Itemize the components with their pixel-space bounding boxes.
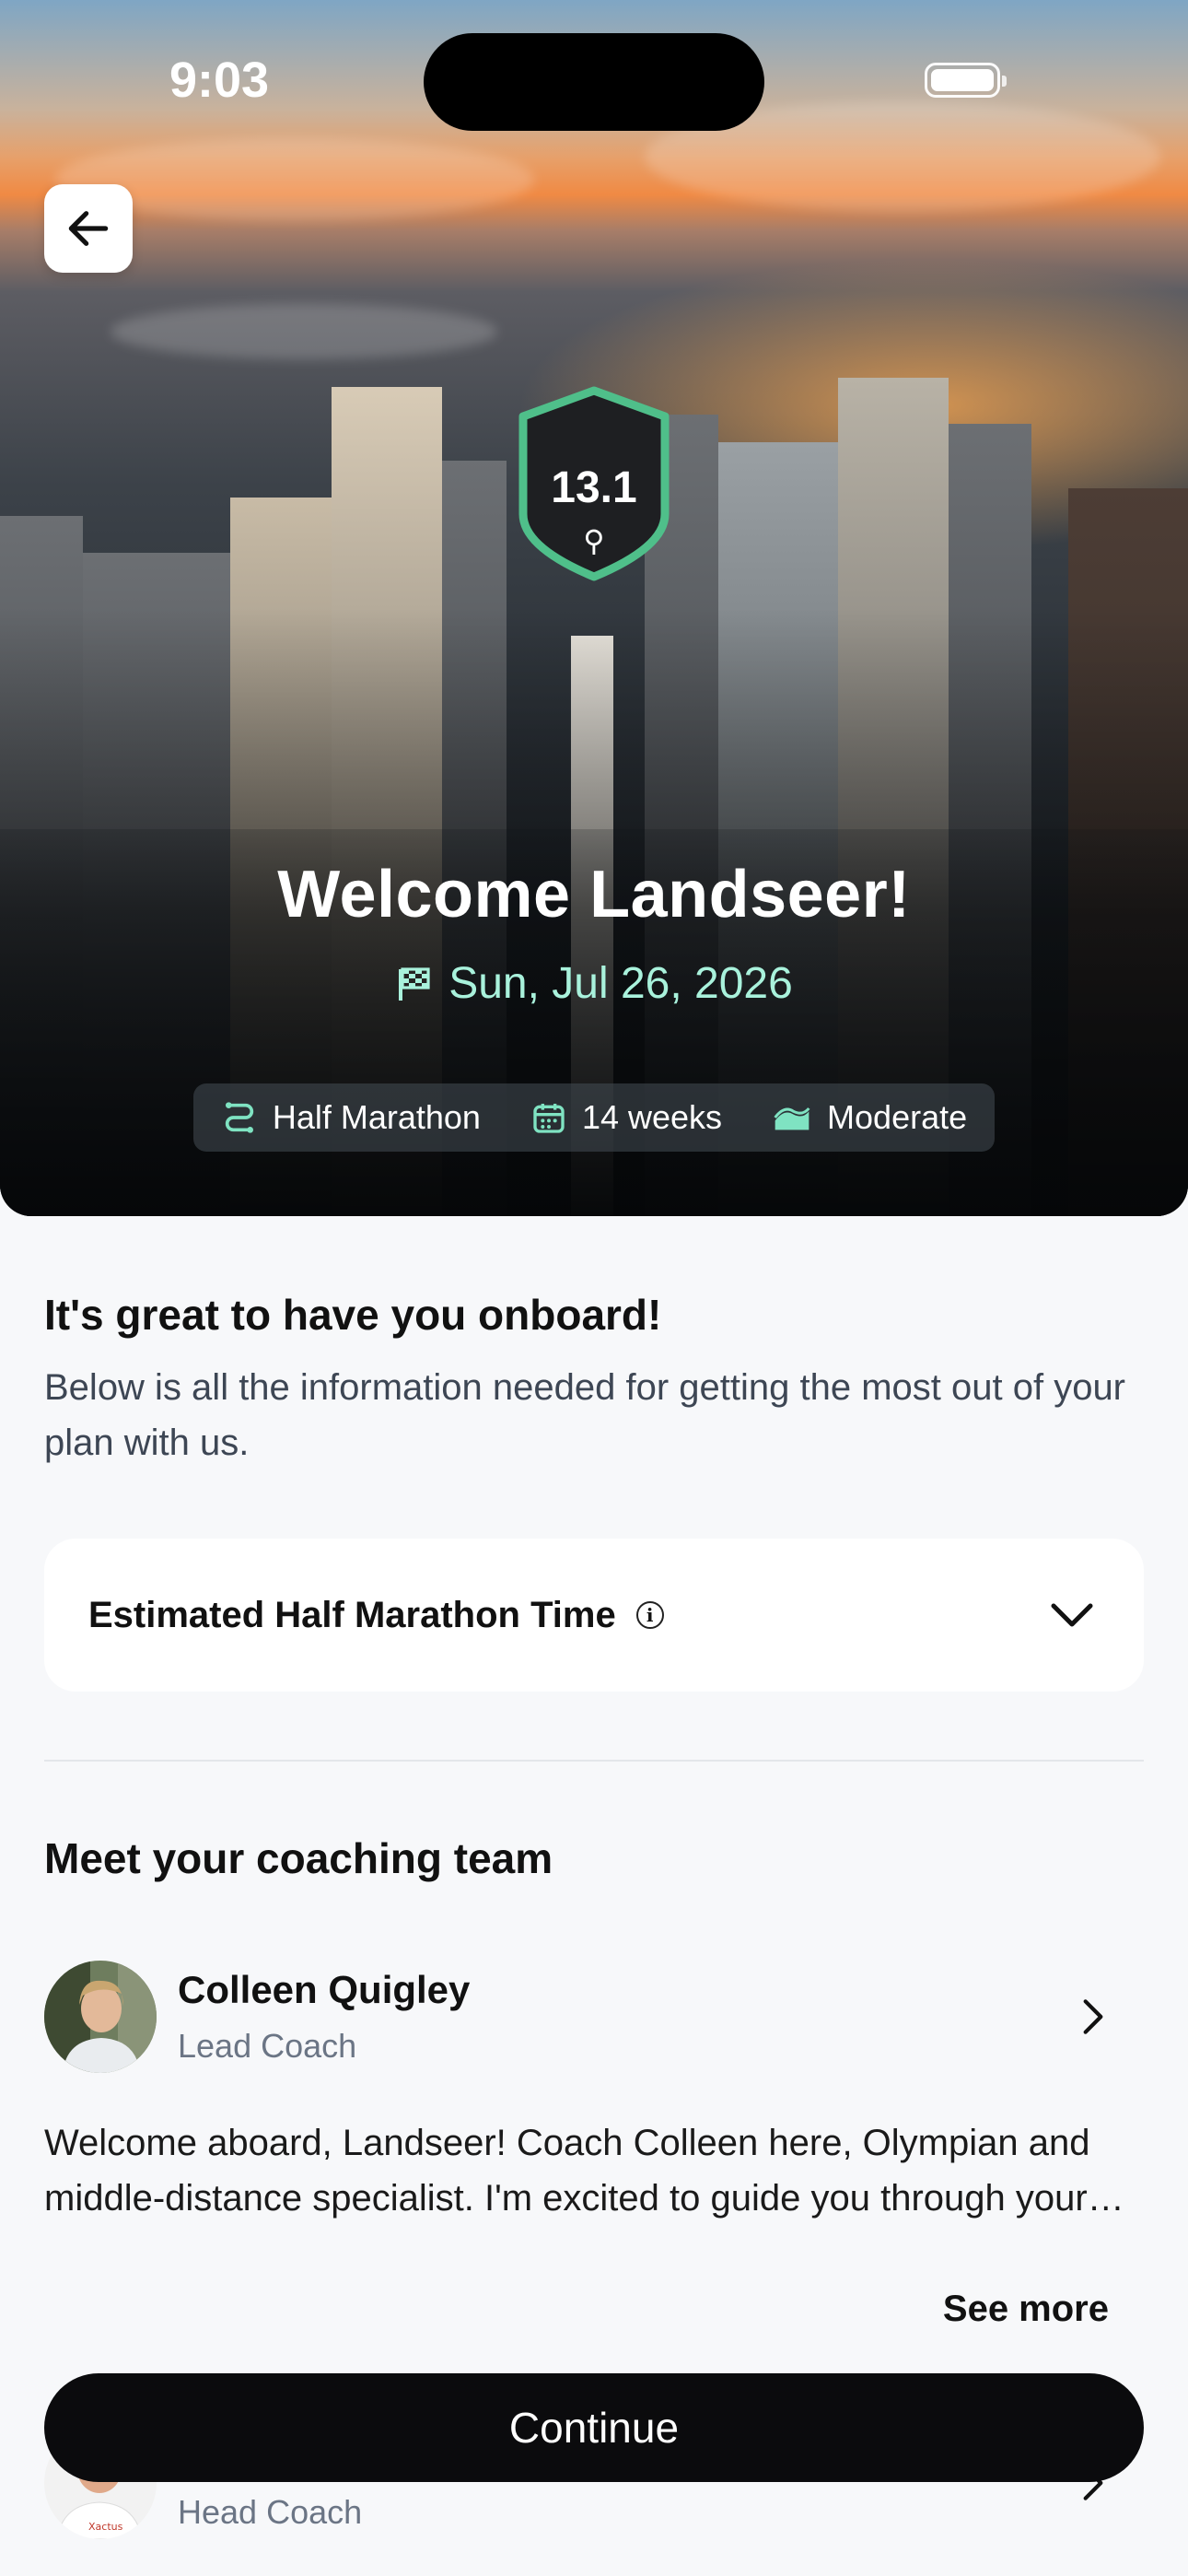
chevron-down-icon[interactable]	[1044, 1587, 1100, 1643]
hero-banner: 9:03 13.1 ⚲ Welcome Landseer! Sun, Jul 2…	[0, 0, 1188, 1216]
race-date-text: Sun, Jul 26, 2026	[448, 959, 793, 1008]
welcome-title: Welcome Landseer!	[277, 858, 911, 931]
hero-shade	[0, 0, 1188, 1216]
chip-distance: Half Marathon	[221, 1098, 481, 1137]
coach-role: Head Coach	[178, 2493, 363, 2531]
dynamic-island	[424, 33, 764, 131]
plan-summary-chips: Half Marathon 14 weeks Moderate	[193, 1083, 995, 1152]
chip-distance-label: Half Marathon	[272, 1098, 481, 1136]
avatar	[44, 1961, 157, 2073]
chip-duration: 14 weeks	[530, 1098, 722, 1137]
info-icon[interactable]: i	[635, 1601, 664, 1629]
chip-effort-label: Moderate	[827, 1098, 968, 1136]
battery-icon	[925, 63, 1007, 98]
chevron-right-icon[interactable]	[1070, 1994, 1116, 2040]
back-button[interactable]	[44, 184, 133, 273]
status-time: 9:03	[169, 53, 270, 108]
continue-button[interactable]: Continue	[44, 2373, 1144, 2482]
runner-icon: ⚲	[583, 524, 605, 557]
coaching-team-title: Meet your coaching team	[44, 1834, 553, 1882]
effort-icon	[774, 1107, 810, 1130]
see-more-link[interactable]: See more	[943, 2289, 1109, 2330]
race-badge: 13.1 ⚲	[516, 385, 672, 582]
checkered-flag-icon	[399, 966, 430, 1001]
coach-name: Colleen Quigley	[178, 1968, 471, 2011]
coach-bio: Welcome aboard, Landseer! Coach Colleen …	[44, 2123, 1090, 2219]
route-icon	[225, 1102, 253, 1133]
section-divider	[44, 1760, 1144, 1762]
onboard-description: Below is all the information needed for …	[44, 1367, 1126, 1463]
coach-row[interactable]: Colleen Quigley Lead Coach	[44, 1961, 1144, 2075]
badge-distance: 13.1	[551, 463, 637, 512]
chip-effort: Moderate	[772, 1098, 967, 1137]
chip-duration-label: 14 weeks	[581, 1098, 723, 1136]
svg-text:Xactus: Xactus	[88, 2521, 123, 2533]
estimated-time-accordion[interactable]: Estimated Half Marathon Time i	[44, 1539, 1144, 1692]
onboard-title: It's great to have you onboard!	[44, 1291, 662, 1339]
calendar-icon	[533, 1104, 565, 1133]
race-date: Sun, Jul 26, 2026	[0, 958, 1188, 1009]
coach-role: Lead Coach	[178, 2027, 357, 2065]
estimated-time-label: Estimated Half Marathon Time	[88, 1594, 616, 1635]
arrow-left-icon	[68, 211, 109, 246]
